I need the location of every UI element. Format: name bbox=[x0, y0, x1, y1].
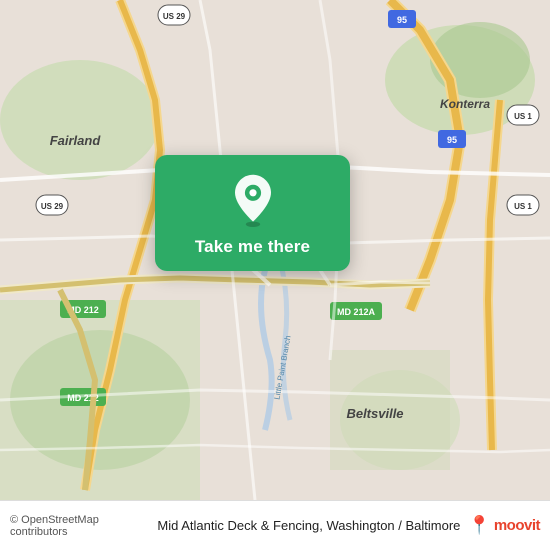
location-pin-icon bbox=[226, 173, 280, 227]
svg-text:Fairland: Fairland bbox=[50, 133, 102, 148]
svg-text:US 1: US 1 bbox=[514, 202, 532, 211]
svg-text:US 29: US 29 bbox=[163, 12, 186, 21]
svg-text:95: 95 bbox=[447, 135, 457, 145]
svg-text:US 1: US 1 bbox=[514, 112, 532, 121]
svg-text:MD 212A: MD 212A bbox=[337, 307, 376, 317]
svg-text:Beltsville: Beltsville bbox=[346, 406, 403, 421]
place-label: Mid Atlantic Deck & Fencing, Washington … bbox=[157, 518, 460, 533]
svg-text:US 29: US 29 bbox=[41, 202, 64, 211]
svg-text:Konterra: Konterra bbox=[440, 97, 490, 111]
svg-text:95: 95 bbox=[397, 15, 407, 25]
footer-bar: © OpenStreetMap contributors Mid Atlanti… bbox=[0, 500, 550, 550]
map-attribution: © OpenStreetMap contributors bbox=[10, 514, 149, 538]
map-container: 95 95 US 29 US 29 US 1 US 1 MD 212 MD 21… bbox=[0, 0, 550, 500]
moovit-pin-icon: 📍 bbox=[468, 515, 490, 536]
cta-card[interactable]: Take me there bbox=[155, 155, 350, 271]
moovit-brand-label: moovit bbox=[494, 517, 540, 534]
moovit-logo: 📍 moovit bbox=[468, 515, 540, 536]
cta-button-label: Take me there bbox=[195, 237, 310, 257]
